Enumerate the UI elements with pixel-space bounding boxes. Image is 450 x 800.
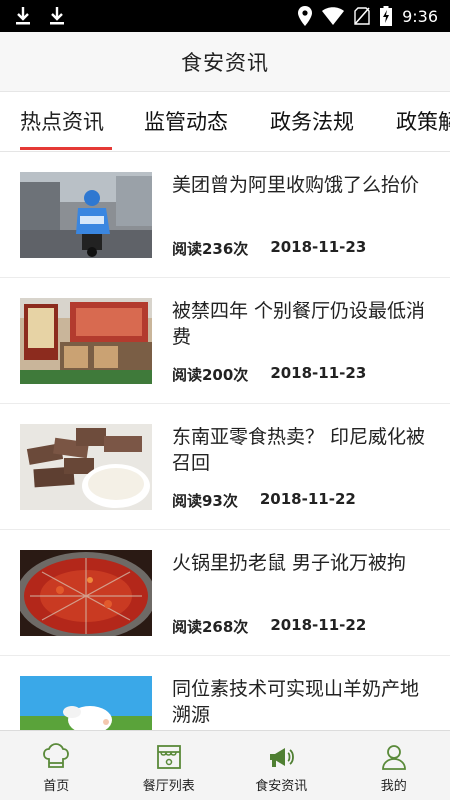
battery-charging-icon	[380, 6, 393, 26]
download-icon	[16, 7, 30, 25]
storefront-icon	[156, 745, 181, 769]
news-title[interactable]: 同位素技术可实现山羊奶产地溯源	[172, 676, 434, 728]
megaphone-icon	[270, 748, 295, 767]
no-sim-icon	[354, 7, 370, 25]
news-meta: 阅读236次 2018-11-23	[172, 238, 366, 259]
list-item[interactable]: 美团曾为阿里收购饿了么抬价 阅读236次 2018-11-23	[0, 152, 450, 278]
news-thumbnail	[20, 550, 152, 636]
restaurant-front-photo	[20, 298, 152, 384]
news-title[interactable]: 美团曾为阿里收购饿了么抬价	[172, 172, 434, 198]
tab-supervision[interactable]: 监管动态	[144, 92, 228, 151]
wifi-icon	[322, 7, 345, 25]
read-count: 阅读200次	[172, 366, 249, 384]
scooter-delivery-photo	[20, 172, 152, 258]
bottom-nav: 首页 餐厅列表 食安资讯 我的	[0, 730, 450, 800]
status-time: 9:36	[402, 6, 438, 26]
nav-food-safety-news[interactable]: 食安资讯	[225, 731, 338, 800]
read-count: 阅读268次	[172, 618, 249, 636]
tab-hot-news[interactable]: 热点资讯	[20, 92, 104, 151]
nav-profile[interactable]: 我的	[338, 731, 450, 800]
news-title[interactable]: 东南亚零食热卖？ 印尼威化被召回	[172, 424, 434, 476]
list-item[interactable]: 同位素技术可实现山羊奶产地溯源	[0, 656, 450, 730]
nav-home-label: 首页	[43, 779, 70, 794]
list-item[interactable]: 被禁四年 个别餐厅仍设最低消费 阅读200次 2018-11-23	[0, 278, 450, 404]
news-meta: 阅读268次 2018-11-22	[172, 616, 366, 637]
app-header: 食安资讯	[0, 32, 450, 92]
news-thumbnail	[20, 298, 152, 384]
nav-profile-label: 我的	[380, 779, 407, 794]
tab-policy[interactable]: 政策解读	[396, 92, 450, 151]
download-icon	[50, 7, 64, 25]
active-tab-indicator	[20, 147, 112, 150]
read-count: 阅读93次	[172, 492, 238, 510]
location-icon	[298, 6, 313, 26]
news-thumbnail	[20, 676, 152, 730]
status-bar: 9:36	[0, 0, 450, 32]
news-title[interactable]: 火锅里扔老鼠 男子讹万被拘	[172, 550, 434, 576]
news-meta: 阅读93次 2018-11-22	[172, 490, 356, 511]
publish-date: 2018-11-23	[270, 364, 367, 382]
news-thumbnail	[20, 424, 152, 510]
user-icon	[381, 745, 406, 770]
publish-date: 2018-11-23	[270, 238, 367, 256]
hotpot-photo	[20, 550, 152, 636]
goat-photo	[20, 676, 152, 730]
nav-food-safety-news-label: 食安资讯	[255, 779, 308, 794]
wafer-snack-photo	[20, 424, 152, 510]
news-meta: 阅读200次 2018-11-23	[172, 364, 366, 385]
nav-home[interactable]: 首页	[0, 731, 113, 800]
tab-regulations[interactable]: 政务法规	[270, 92, 354, 151]
chef-hat-icon	[43, 743, 70, 768]
read-count: 阅读236次	[172, 240, 249, 258]
list-item[interactable]: 火锅里扔老鼠 男子讹万被拘 阅读268次 2018-11-22	[0, 530, 450, 656]
tab-bar: 热点资讯 监管动态 政务法规 政策解读	[0, 92, 450, 152]
publish-date: 2018-11-22	[270, 616, 367, 634]
publish-date: 2018-11-22	[259, 490, 356, 508]
page-title: 食安资讯	[181, 50, 269, 75]
news-thumbnail	[20, 172, 152, 258]
list-item[interactable]: 东南亚零食热卖？ 印尼威化被召回 阅读93次 2018-11-22	[0, 404, 450, 530]
news-list[interactable]: 美团曾为阿里收购饿了么抬价 阅读236次 2018-11-23 被禁四年 个别餐…	[0, 152, 450, 730]
nav-restaurants-label: 餐厅列表	[142, 779, 195, 794]
nav-restaurants[interactable]: 餐厅列表	[113, 731, 226, 800]
news-title[interactable]: 被禁四年 个别餐厅仍设最低消费	[172, 298, 434, 350]
